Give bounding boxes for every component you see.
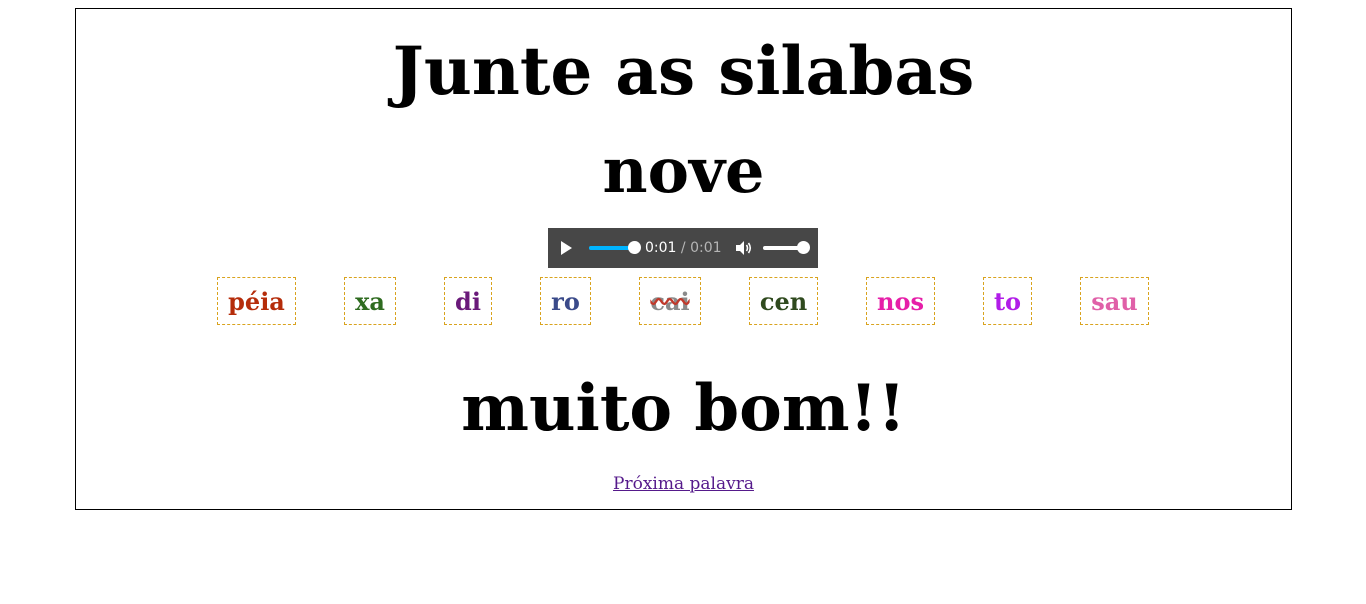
audio-progress-slider[interactable] — [589, 241, 641, 254]
syllable-tile[interactable]: di — [444, 277, 492, 325]
time-separator: / — [680, 240, 686, 256]
volume-icon[interactable] — [735, 240, 753, 256]
volume-slider[interactable] — [762, 241, 810, 254]
play-icon[interactable] — [558, 240, 574, 256]
syllable-tile[interactable]: sau — [1080, 277, 1149, 325]
game-frame: Junte as silabas nove 0:01 / 0:01 péia xa… — [75, 8, 1292, 510]
next-word-link[interactable]: Próxima palavra — [613, 474, 754, 494]
syllable-tile[interactable]: péia — [217, 277, 296, 325]
syllable-label: xa — [355, 286, 385, 316]
syllable-label: cen — [759, 286, 808, 316]
syllable-label: to — [993, 286, 1022, 316]
syllable-tile[interactable]: xa — [344, 277, 396, 325]
syllable-tile[interactable]: ro — [540, 277, 591, 325]
audio-player: 0:01 / 0:01 — [548, 228, 818, 268]
syllable-label: péia — [228, 286, 285, 316]
syllable-tile[interactable]: to — [983, 277, 1032, 325]
syllable-tile[interactable]: cai — [639, 277, 701, 325]
page-title: Junte as silabas — [392, 32, 975, 110]
target-word: nove — [602, 134, 765, 207]
audio-time: 0:01 / 0:01 — [645, 240, 722, 256]
syllable-list: péia xa di ro cai cen nos to sau — [76, 277, 1291, 329]
result-message: muito bom!! — [461, 371, 906, 446]
syllable-label: ro — [551, 286, 580, 316]
syllable-label: sau — [1091, 286, 1138, 316]
next-word-container: Próxima palavra — [76, 474, 1291, 494]
syllable-label: nos — [877, 286, 924, 316]
volume-knob[interactable] — [796, 241, 810, 254]
duration: 0:01 — [690, 240, 722, 256]
syllable-tile[interactable]: nos — [866, 277, 935, 325]
syllable-label: di — [455, 286, 481, 316]
current-time: 0:01 — [645, 240, 677, 256]
syllable-label: cai — [650, 286, 690, 316]
syllable-tile[interactable]: cen — [749, 277, 818, 325]
progress-knob[interactable] — [628, 241, 641, 254]
